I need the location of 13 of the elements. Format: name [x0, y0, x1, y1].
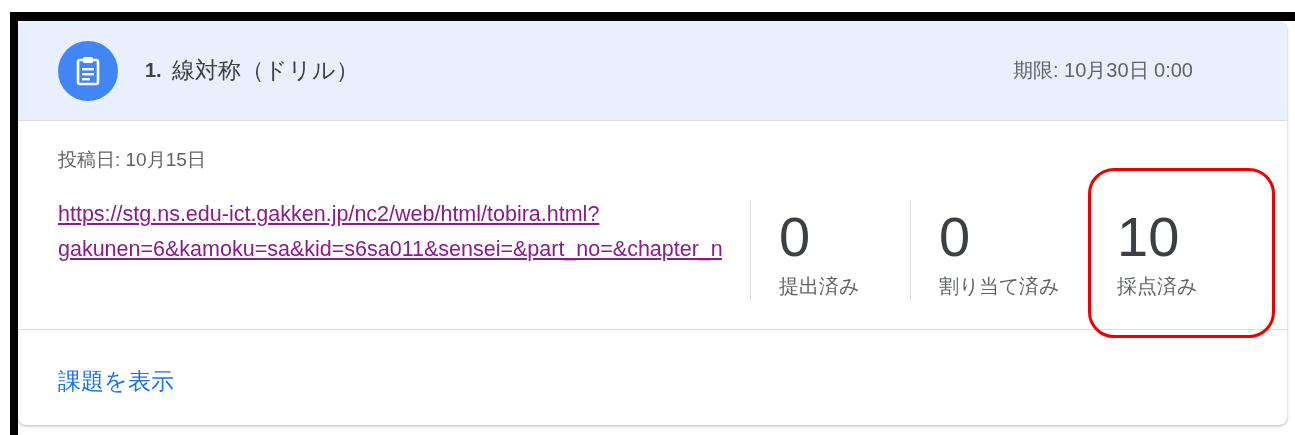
assignment-link[interactable]: https://stg.ns.edu-ict.gakken.jp/nc2/web/html/tobira.html? gakunen=6&kamoku=sa&kid=s6sa011&sensei=&part_no=&chapter_n [58, 197, 722, 267]
stat-count: 0 [779, 209, 811, 265]
stat-label: 採点済み [1117, 274, 1197, 299]
stat-count: 10 [1117, 209, 1180, 265]
stat-count: 0 [939, 209, 971, 265]
assignment-number: 1. [145, 59, 162, 82]
clipboard-icon [58, 40, 118, 101]
posted-date: 投稿日: 10月15日 [58, 148, 207, 172]
stat-label: 割り当て済み [939, 274, 1059, 299]
assignment-title: 線対称（ドリル） [171, 56, 359, 85]
view-assignment-link[interactable]: 課題を表示 [58, 368, 174, 394]
due-date: 期限: 10月30日 0:00 [1012, 58, 1193, 83]
stat-label: 提出済み [779, 274, 859, 299]
